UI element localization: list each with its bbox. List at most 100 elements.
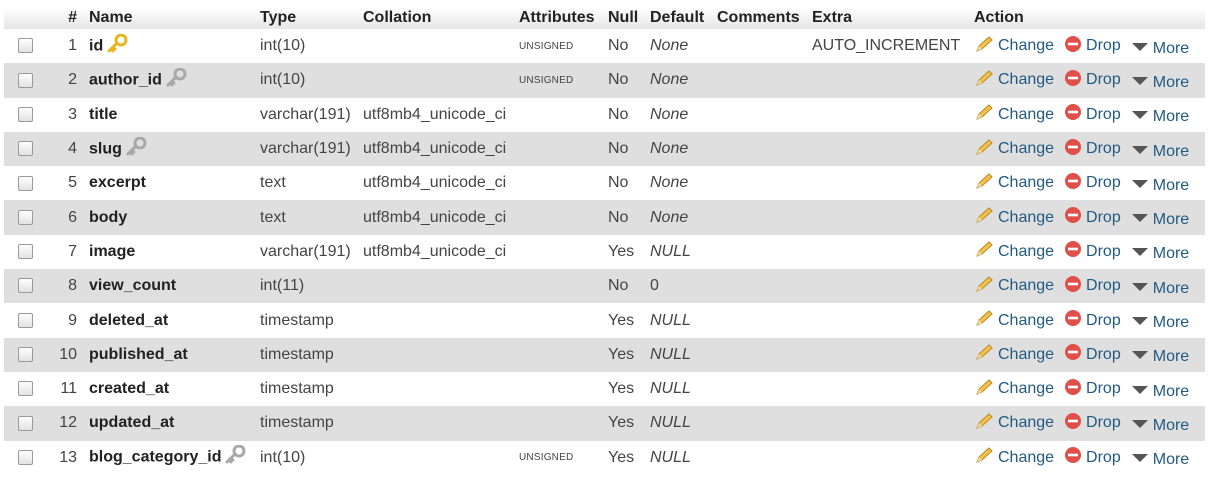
drop-button[interactable]: Drop <box>1064 378 1121 401</box>
change-button[interactable]: Change <box>974 69 1054 92</box>
column-extra <box>808 441 970 475</box>
column-name: view_count <box>89 277 177 295</box>
index-key-icon[interactable] <box>165 67 187 93</box>
more-button[interactable]: More <box>1131 314 1189 332</box>
drop-button[interactable]: Drop <box>1064 343 1121 366</box>
change-button[interactable]: Change <box>974 103 1054 126</box>
caret-down-icon <box>1131 40 1153 58</box>
column-type: varchar(191) <box>260 242 351 260</box>
change-button[interactable]: Change <box>974 309 1054 332</box>
drop-button[interactable]: Drop <box>1064 69 1121 92</box>
drop-button[interactable]: Drop <box>1064 240 1121 263</box>
drop-button[interactable]: Drop <box>1064 103 1121 126</box>
column-name: id <box>89 37 104 55</box>
header-default[interactable]: Default <box>646 7 713 29</box>
index-key-icon[interactable] <box>125 136 147 162</box>
row-number: 8 <box>68 277 77 295</box>
column-default: None <box>650 37 689 55</box>
change-button[interactable]: Change <box>974 412 1054 435</box>
more-button[interactable]: More <box>1131 280 1189 298</box>
column-type: int(10) <box>260 448 306 466</box>
column-attributes <box>515 406 604 440</box>
header-type[interactable]: Type <box>256 7 359 29</box>
column-comments <box>713 235 808 269</box>
header-extra[interactable]: Extra <box>808 7 970 29</box>
select-cell <box>4 269 43 303</box>
column-collation: utf8mb4_unicode_ci <box>363 208 507 226</box>
change-button[interactable]: Change <box>974 446 1054 469</box>
pencil-icon <box>974 275 998 298</box>
row-checkbox[interactable] <box>18 312 33 328</box>
change-button[interactable]: Change <box>974 206 1054 229</box>
row-checkbox[interactable] <box>18 449 33 465</box>
action-cell: Change Drop More <box>970 132 1205 166</box>
more-button[interactable]: More <box>1131 211 1189 229</box>
column-name-cell: slug <box>85 132 256 166</box>
header-null[interactable]: Null <box>604 7 646 29</box>
change-button[interactable]: Change <box>974 343 1054 366</box>
row-checkbox[interactable] <box>18 381 33 397</box>
more-button[interactable]: More <box>1131 74 1189 92</box>
column-comments <box>713 372 808 406</box>
table-row: 11 created_at timestamp Yes NULL Change Drop Mo… <box>4 372 1205 406</box>
column-null: Yes <box>608 345 635 363</box>
more-button[interactable]: More <box>1131 40 1189 58</box>
drop-button[interactable]: Drop <box>1064 206 1121 229</box>
more-button[interactable]: More <box>1131 348 1189 366</box>
caret-down-icon <box>1131 348 1153 366</box>
drop-button[interactable]: Drop <box>1064 172 1121 195</box>
column-extra: AUTO_INCREMENT <box>812 37 961 55</box>
drop-button[interactable]: Drop <box>1064 35 1121 58</box>
drop-button[interactable]: Drop <box>1064 275 1121 298</box>
column-extra <box>808 166 970 200</box>
more-button[interactable]: More <box>1131 451 1189 469</box>
index-key-icon[interactable] <box>224 444 246 470</box>
row-checkbox[interactable] <box>18 415 33 431</box>
header-comments[interactable]: Comments <box>713 7 808 29</box>
action-cell: Change Drop More <box>970 372 1205 406</box>
pencil-icon <box>974 206 998 229</box>
more-button[interactable]: More <box>1131 383 1189 401</box>
change-button[interactable]: Change <box>974 172 1054 195</box>
row-checkbox[interactable] <box>18 38 33 54</box>
more-button[interactable]: More <box>1131 108 1189 126</box>
more-button[interactable]: More <box>1131 245 1189 263</box>
drop-button[interactable]: Drop <box>1064 412 1121 435</box>
header-attributes[interactable]: Attributes <box>515 7 604 29</box>
caret-down-icon <box>1131 177 1153 195</box>
header-name[interactable]: Name <box>85 7 256 29</box>
change-button[interactable]: Change <box>974 35 1054 58</box>
column-default: NULL <box>650 345 691 363</box>
primary-key-icon[interactable] <box>106 33 128 59</box>
column-collation <box>359 338 515 372</box>
more-button[interactable]: More <box>1131 143 1189 161</box>
caret-down-icon <box>1131 417 1153 435</box>
change-button[interactable]: Change <box>974 275 1054 298</box>
row-checkbox[interactable] <box>18 141 33 157</box>
header-num[interactable]: # <box>43 7 85 29</box>
row-checkbox[interactable] <box>18 278 33 294</box>
drop-button[interactable]: Drop <box>1064 309 1121 332</box>
drop-button[interactable]: Drop <box>1064 446 1121 469</box>
column-name-cell: view_count <box>85 269 256 303</box>
drop-icon <box>1064 343 1086 366</box>
more-button[interactable]: More <box>1131 417 1189 435</box>
change-button[interactable]: Change <box>974 138 1054 161</box>
more-button[interactable]: More <box>1131 177 1189 195</box>
header-collation[interactable]: Collation <box>359 7 515 29</box>
row-checkbox[interactable] <box>18 107 33 122</box>
row-checkbox[interactable] <box>18 175 33 191</box>
column-name: blog_category_id <box>89 448 222 466</box>
column-comments <box>713 338 808 372</box>
change-button[interactable]: Change <box>974 378 1054 401</box>
table-row: 2 author_id int(10) UNSIGNED No None Change Dro… <box>4 63 1205 98</box>
row-checkbox[interactable] <box>18 209 33 225</box>
row-checkbox[interactable] <box>18 72 33 88</box>
drop-button[interactable]: Drop <box>1064 138 1121 161</box>
table-row: 3 title varchar(191) utf8mb4_unicode_ci No No… <box>4 98 1205 132</box>
caret-down-icon <box>1131 245 1153 263</box>
change-button[interactable]: Change <box>974 240 1054 263</box>
row-checkbox[interactable] <box>18 244 33 260</box>
select-cell <box>4 63 43 97</box>
row-checkbox[interactable] <box>18 347 33 363</box>
